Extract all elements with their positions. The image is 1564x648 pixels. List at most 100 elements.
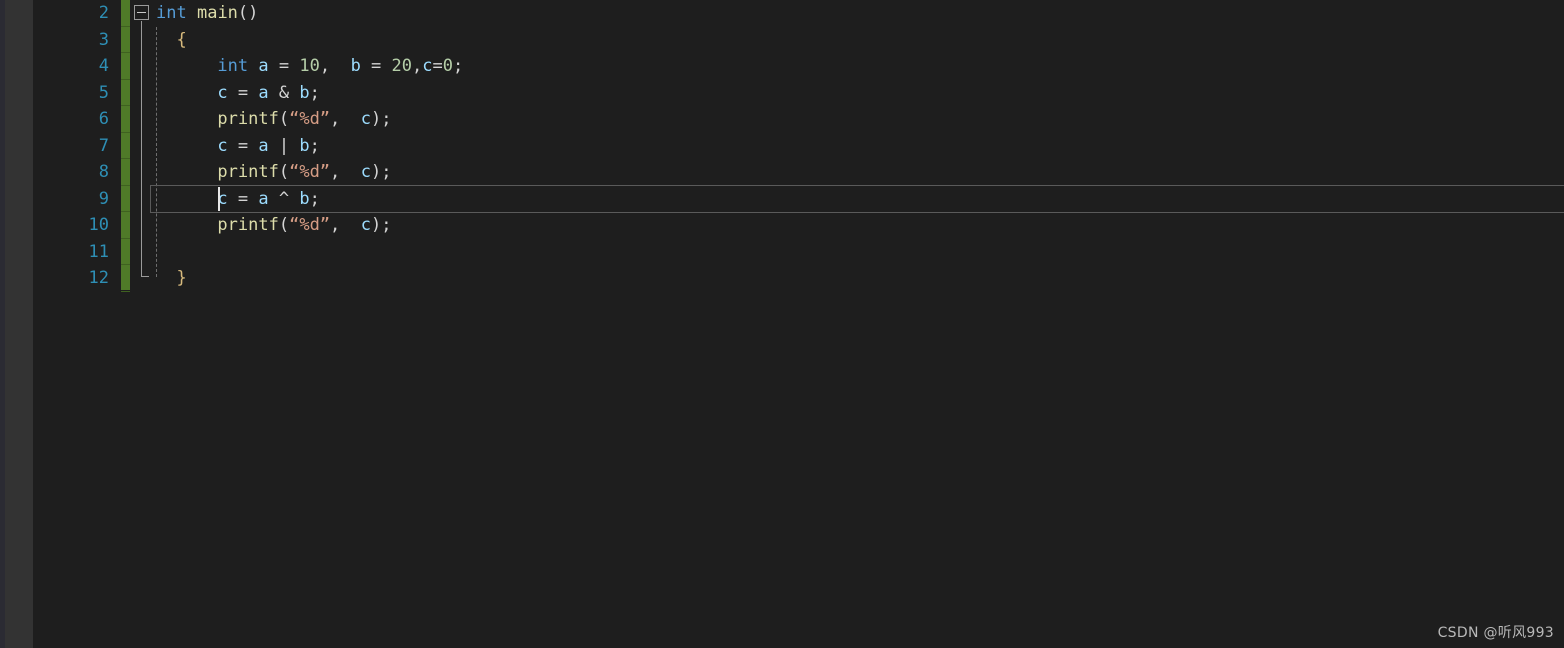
code-token-keyword: int [217, 56, 249, 76]
vcs-change-indicator-bar[interactable] [121, 0, 130, 292]
line-number: 2 [98, 3, 109, 23]
line-number: 5 [98, 82, 109, 103]
fold-collapse-icon[interactable] [134, 5, 149, 20]
code-line[interactable]: } [156, 265, 187, 292]
code-token-punct: ) [371, 109, 382, 129]
code-token-punct: () [237, 3, 259, 23]
code-line[interactable]: printf(“%d”, c); [156, 159, 392, 186]
line-number: 4 [98, 56, 109, 76]
code-token-punct: , [330, 162, 361, 182]
code-token-var: c [360, 109, 372, 129]
code-line[interactable]: { [156, 27, 187, 54]
code-token-num: 10 [299, 56, 320, 76]
vcs-change-segment [121, 186, 130, 212]
line-number: 8 [98, 162, 109, 182]
code-token-var: b [299, 135, 310, 156]
code-token-string: “%d” [289, 162, 331, 182]
vcs-change-segment [121, 212, 130, 239]
code-token-punct: ; [453, 56, 464, 76]
code-token-var: b [299, 82, 310, 103]
line-number-gutter[interactable]: 2 3 4 5 6 7 8 9 10 11 12 [33, 0, 121, 648]
code-line[interactable]: printf(“%d”, c); [156, 106, 391, 133]
code-token-func: main [196, 3, 238, 23]
code-token-op: = [227, 135, 259, 156]
code-token-num: 20 [391, 56, 413, 76]
code-token-op: ^ [268, 188, 300, 209]
code-token-punct: ; [309, 188, 320, 209]
code-token-var: b [350, 56, 361, 76]
code-token-func: printf [217, 162, 279, 182]
code-token-var: b [299, 188, 310, 209]
code-line[interactable]: c = a ^ b; [156, 186, 320, 213]
code-token-var: c [360, 215, 372, 235]
code-token-punct: , [330, 109, 361, 129]
code-token-op: & [268, 82, 300, 103]
vcs-change-segment [121, 27, 130, 53]
text-caret [218, 187, 220, 211]
code-token-op: = [360, 56, 392, 76]
code-token-var: a [258, 82, 269, 103]
vcs-change-segment [121, 239, 130, 265]
code-token-punct: ; [381, 162, 392, 182]
code-text-area[interactable]: int main() { int a = 10, b = 20,c=0; c =… [156, 0, 1564, 648]
line-number: 3 [98, 29, 109, 50]
vcs-change-segment [121, 80, 130, 106]
vcs-change-segment [121, 265, 130, 292]
code-line[interactable]: c = a | b; [156, 133, 320, 160]
vcs-change-segment [121, 0, 130, 27]
line-number: 6 [98, 109, 109, 129]
code-token-punct: ) [371, 215, 382, 235]
code-token-var: c [217, 82, 228, 103]
code-token-op: = [432, 56, 443, 76]
line-number: 9 [98, 188, 109, 209]
code-token-func: printf [217, 109, 279, 129]
vcs-change-segment [121, 133, 130, 159]
line-number: 11 [88, 241, 109, 262]
code-token-string: “%d” [289, 215, 331, 235]
code-token-punct: ; [309, 135, 320, 156]
code-folding-column[interactable] [130, 0, 156, 648]
code-line[interactable]: c = a & b; [156, 80, 320, 107]
line-number: 10 [88, 215, 109, 235]
code-token-op: | [268, 135, 300, 156]
fold-scope-line [141, 21, 142, 277]
code-token-num: 0 [442, 56, 454, 76]
vcs-change-segment [121, 159, 130, 186]
code-token-op: = [268, 56, 300, 76]
code-token-op: = [227, 188, 259, 209]
code-token-punct: ( [278, 215, 290, 235]
fold-scope-line-foot [141, 276, 149, 277]
code-token-brace: { [176, 29, 187, 50]
code-token-punct: , [330, 215, 361, 235]
code-line[interactable]: int main() [156, 0, 258, 27]
code-token-var: a [258, 188, 269, 209]
code-line[interactable]: printf(“%d”, c); [156, 212, 392, 239]
code-token-punct: ) [371, 162, 382, 182]
line-number: 12 [88, 268, 109, 288]
code-token-var: c [217, 135, 228, 156]
code-token-func: printf [217, 215, 279, 235]
code-token-var: a [258, 135, 269, 156]
code-token-punct: ; [309, 82, 320, 103]
code-token-punct: ; [381, 215, 392, 235]
code-token-brace: } [176, 268, 187, 288]
code-token-punct: ( [278, 162, 290, 182]
code-token-var: a [258, 56, 269, 76]
code-editor[interactable]: 2 3 4 5 6 7 8 9 10 11 12 int main() { int a = 10, … [0, 0, 1564, 648]
code-line[interactable]: int a = 10, b = 20,c=0; [156, 53, 463, 80]
csdn-watermark: CSDN @听风993 [1437, 625, 1554, 641]
editor-outer-gutter[interactable] [5, 0, 33, 648]
vcs-change-segment [121, 53, 130, 80]
code-token-punct: , [412, 56, 423, 76]
code-token-string: “%d” [289, 109, 331, 129]
code-token-punct: , [319, 56, 351, 76]
